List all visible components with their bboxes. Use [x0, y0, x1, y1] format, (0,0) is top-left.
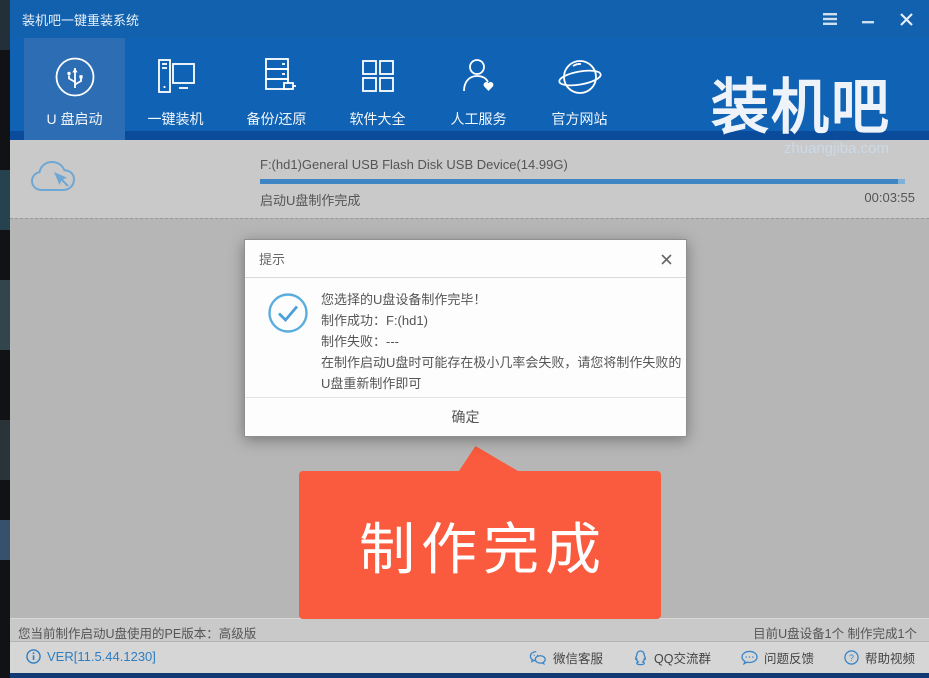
titlebar: 装机吧一键重装系统 — [10, 0, 929, 38]
main-nav: U 盘启动 一键装机 — [10, 38, 929, 140]
statusbar: 您当前制作启动U盘使用的PE版本：高级版 目前U盘设备1个 制作完成1个 — [10, 618, 929, 641]
dialog-footer: 确定 — [245, 397, 686, 436]
version-text: VER[11.5.44.1230] — [47, 649, 156, 664]
desktop-background-sliver — [0, 0, 10, 678]
help-video-link[interactable]: ? 帮助视频 — [844, 648, 915, 667]
link-label: 帮助视频 — [865, 648, 915, 667]
window-bottom-border — [10, 673, 929, 678]
wechat-icon — [529, 650, 547, 665]
computer-icon — [152, 51, 200, 103]
usb-icon — [51, 51, 99, 103]
brand-logo: 装机吧 zhuangjiba.com — [711, 78, 891, 157]
dialog-line: U盘重新制作即可 — [321, 373, 681, 394]
screen: 装机吧一键重装系统 — [0, 0, 929, 678]
cloud-cursor-icon — [28, 152, 88, 207]
nav-item-backup-restore[interactable]: 备份/还原 — [226, 38, 327, 140]
link-label: 问题反馈 — [764, 648, 814, 667]
callout-text: 制作完成 — [353, 505, 607, 586]
progress-fill — [260, 179, 905, 184]
qq-icon — [633, 650, 648, 666]
pe-version-status: 您当前制作启动U盘使用的PE版本：高级版 — [18, 623, 256, 642]
nav-item-official-site[interactable]: 官方网站 — [529, 38, 630, 140]
nav-label: 官方网站 — [552, 109, 608, 129]
nav-label: 一键装机 — [148, 109, 204, 129]
ok-button[interactable]: 确定 — [422, 401, 510, 433]
link-label: QQ交流群 — [654, 648, 711, 667]
dialog-message: 您选择的U盘设备制作完毕！ 制作成功：F:(hd1) 制作失败：--- 在制作启… — [321, 289, 681, 394]
window-title: 装机吧一键重装系统 — [10, 10, 139, 29]
nav-item-one-key-install[interactable]: 一键装机 — [125, 38, 226, 140]
callout-body: 制作完成 — [299, 471, 661, 619]
qq-group-link[interactable]: QQ交流群 — [633, 648, 711, 667]
nav-item-usb-boot[interactable]: U 盘启动 — [24, 38, 125, 140]
dialog-line: 您选择的U盘设备制作完毕！ — [321, 289, 681, 310]
dialog-close-icon[interactable] — [656, 249, 676, 269]
backup-restore-icon — [253, 51, 301, 103]
device-count-status: 目前U盘设备1个 制作完成1个 — [753, 623, 917, 642]
brand-logo-text: 装机吧 — [711, 77, 891, 139]
info-icon — [26, 649, 41, 664]
progress-status-label: 启动U盘制作完成 — [260, 190, 360, 209]
brand-domain: zhuangjiba.com — [711, 140, 891, 157]
dialog-line: 在制作启动U盘时可能存在极小几率会失败，请您将制作失败的 — [321, 352, 681, 373]
close-icon[interactable] — [891, 6, 921, 32]
menu-icon[interactable] — [815, 6, 845, 32]
app-window: 装机吧一键重装系统 — [10, 0, 929, 678]
nav-item-customer-service[interactable]: 人工服务 — [428, 38, 529, 140]
nav-item-software-center[interactable]: 软件大全 — [327, 38, 428, 140]
success-check-icon — [267, 292, 309, 339]
prompt-dialog: 提示 您选择的U盘设备制作完毕！ 制作成功：F:(hd1) 制作失败：--- 在… — [244, 239, 687, 437]
dialog-body: 您选择的U盘设备制作完毕！ 制作成功：F:(hd1) 制作失败：--- 在制作启… — [245, 278, 686, 397]
usb-device-label: F:(hd1)General USB Flash Disk USB Device… — [260, 157, 568, 172]
feedback-bubble-icon — [741, 650, 758, 665]
dialog-line: 制作失败：--- — [321, 331, 681, 352]
nav-label: 人工服务 — [451, 109, 507, 129]
version-info[interactable]: VER[11.5.44.1230] — [26, 649, 156, 664]
elapsed-time: 00:03:55 — [864, 190, 915, 205]
customer-service-icon — [455, 51, 503, 103]
link-label: 微信客服 — [553, 648, 603, 667]
minimize-icon[interactable] — [853, 6, 883, 32]
website-globe-icon — [556, 51, 604, 103]
dialog-title: 提示 — [245, 249, 285, 268]
wechat-support-link[interactable]: 微信客服 — [529, 648, 603, 667]
svg-text:?: ? — [849, 653, 854, 663]
nav-label: U 盘启动 — [47, 109, 103, 129]
feedback-link[interactable]: 问题反馈 — [741, 648, 814, 667]
apps-grid-icon — [354, 51, 402, 103]
footer: VER[11.5.44.1230] 微信客服 — [10, 641, 929, 673]
nav-label: 备份/还原 — [247, 109, 307, 129]
dialog-titlebar: 提示 — [245, 240, 686, 278]
help-circle-icon: ? — [844, 650, 859, 665]
nav-label: 软件大全 — [350, 109, 406, 129]
progress-bar — [260, 179, 905, 184]
dialog-line: 制作成功：F:(hd1) — [321, 310, 681, 331]
